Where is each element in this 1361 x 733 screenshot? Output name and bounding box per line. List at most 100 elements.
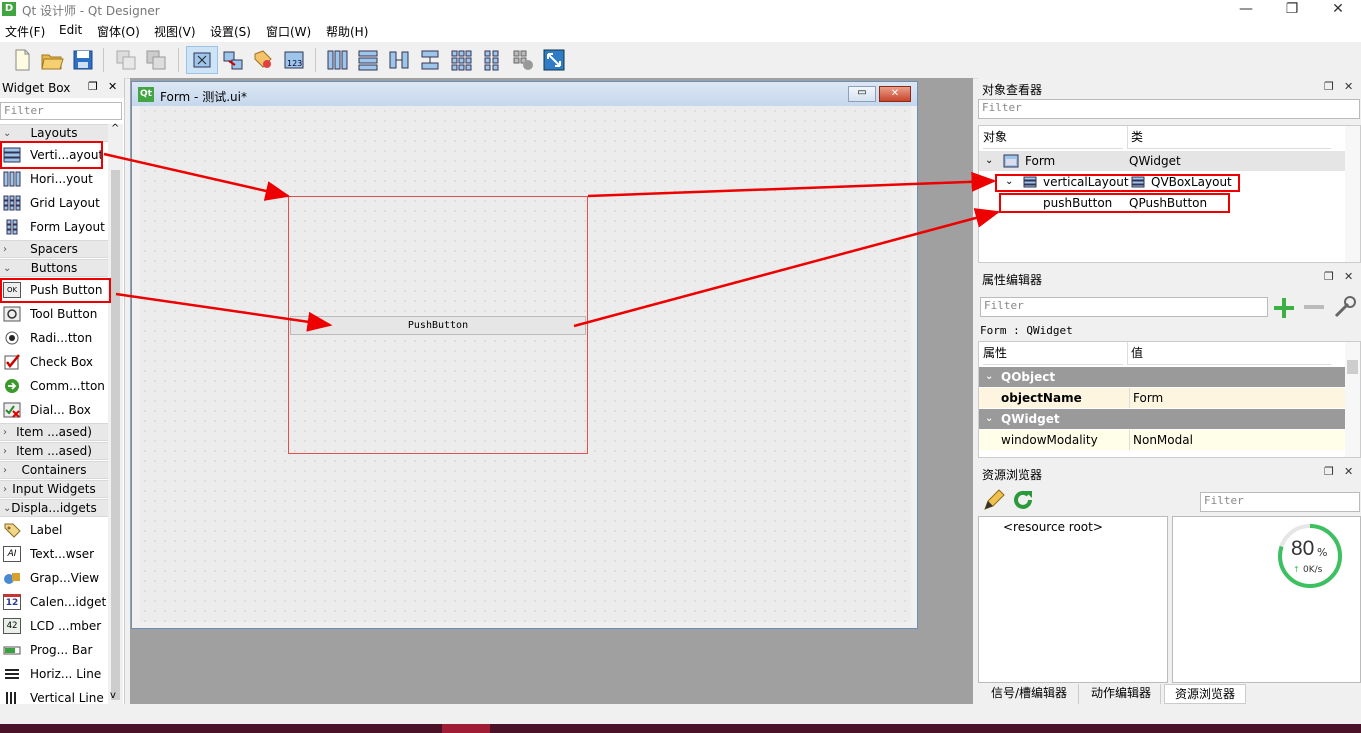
scroll-up-icon[interactable]: ^ bbox=[111, 123, 119, 134]
widget-command-link-button[interactable]: Comm...tton bbox=[0, 374, 108, 398]
col-property-header[interactable]: 属性 bbox=[983, 342, 1123, 365]
widget-label[interactable]: Label bbox=[0, 518, 108, 542]
category-input-widgets[interactable]: › Input Widgets bbox=[0, 480, 108, 498]
menu-form[interactable]: 窗体(O) bbox=[97, 23, 140, 40]
break-layout-icon[interactable] bbox=[511, 48, 535, 72]
reload-icon[interactable] bbox=[1011, 488, 1035, 512]
paste-icon[interactable] bbox=[144, 48, 168, 72]
tab-signal-slot-editor[interactable]: 信号/槽编辑器 bbox=[980, 684, 1079, 704]
widget-dialog-button-box[interactable]: Dial... Box bbox=[0, 398, 108, 422]
object-filter-input[interactable]: Filter bbox=[978, 99, 1360, 119]
new-file-icon[interactable] bbox=[10, 48, 34, 72]
category-spacers[interactable]: › Spacers bbox=[0, 240, 108, 258]
scrollbar-thumb[interactable] bbox=[1347, 360, 1358, 374]
menu-help[interactable]: 帮助(H) bbox=[326, 23, 368, 40]
col-class-header[interactable]: 类 bbox=[1127, 126, 1331, 149]
float-icon[interactable]: ❐ bbox=[1324, 80, 1334, 93]
property-row-objectname[interactable]: objectName Form bbox=[979, 388, 1346, 408]
tab-action-editor[interactable]: 动作编辑器 bbox=[1082, 684, 1161, 704]
form-layout-icon[interactable] bbox=[480, 48, 504, 72]
menu-edit[interactable]: Edit bbox=[59, 23, 82, 37]
add-property-icon[interactable] bbox=[1272, 296, 1296, 318]
edit-widgets-toggle[interactable] bbox=[186, 46, 218, 74]
category-item-views[interactable]: › Item ...ased) bbox=[0, 423, 108, 441]
category-buttons[interactable]: ⌄ Buttons bbox=[0, 259, 108, 277]
widget-horizontal-layout[interactable]: Hori...yout bbox=[0, 167, 108, 191]
edit-resources-pencil-icon[interactable] bbox=[982, 488, 1006, 512]
network-gauge: 80 % ↑ 0K/s bbox=[1277, 523, 1343, 589]
taskbar-active-item[interactable] bbox=[442, 724, 490, 733]
group-qobject[interactable]: ⌄ QObject bbox=[979, 367, 1346, 387]
scrollbar-thumb[interactable] bbox=[111, 170, 120, 700]
widget-horizontal-line[interactable]: Horiz... Line bbox=[0, 662, 108, 686]
close-icon[interactable]: ✕ bbox=[108, 80, 117, 93]
widget-lcd-number[interactable]: 42 LCD ...mber bbox=[0, 614, 108, 638]
float-icon[interactable]: ❐ bbox=[88, 80, 98, 93]
horizontal-splitter-icon[interactable] bbox=[387, 48, 411, 72]
widget-box-filter-input[interactable]: Filter bbox=[0, 102, 122, 120]
menu-settings[interactable]: 设置(S) bbox=[210, 23, 251, 40]
tree-row-form[interactable]: ⌄ Form QWidget bbox=[979, 151, 1346, 171]
configure-wrench-icon[interactable] bbox=[1332, 294, 1358, 320]
widget-box-header: Widget Box ❐ ✕ bbox=[0, 78, 124, 98]
copy-icon[interactable] bbox=[114, 48, 138, 72]
resource-tree[interactable]: <resource root> bbox=[978, 516, 1168, 683]
minimize-button[interactable]: — bbox=[1223, 0, 1269, 20]
menu-bar: 文件(F) Edit 窗体(O) 视图(V) 设置(S) 窗口(W) 帮助(H) bbox=[0, 20, 1361, 42]
save-icon[interactable] bbox=[71, 48, 95, 72]
widget-form-layout[interactable]: Form Layout bbox=[0, 215, 108, 239]
scroll-down-icon[interactable]: v bbox=[110, 690, 116, 701]
group-qwidget[interactable]: ⌄ QWidget bbox=[979, 409, 1346, 429]
category-item-widgets[interactable]: › Item ...ased) bbox=[0, 442, 108, 460]
category-layouts[interactable]: ⌄ Layouts bbox=[0, 124, 108, 142]
category-display-widgets[interactable]: ⌄ Displa...idgets bbox=[0, 499, 108, 517]
widget-check-box[interactable]: Check Box bbox=[0, 350, 108, 374]
chevron-down-icon: ⌄ bbox=[985, 371, 994, 382]
maximize-button[interactable]: ❐ bbox=[1269, 0, 1315, 20]
form-minimize-button[interactable]: ▭ bbox=[848, 86, 876, 102]
widget-text-browser[interactable]: AI Text...wser bbox=[0, 542, 108, 566]
float-icon[interactable]: ❐ bbox=[1324, 465, 1334, 478]
property-row-windowmodality[interactable]: windowModality NonModal bbox=[979, 430, 1346, 450]
menu-view[interactable]: 视图(V) bbox=[154, 23, 196, 40]
tab-resource-browser[interactable]: 资源浏览器 bbox=[1164, 684, 1246, 704]
form-title-bar: Qt Form - 测试.ui* ▭ ✕ bbox=[132, 82, 917, 106]
property-table-scrollbar[interactable] bbox=[1345, 342, 1360, 457]
menu-window[interactable]: 窗口(W) bbox=[266, 23, 311, 40]
widget-graphics-view[interactable]: Grap...View bbox=[0, 566, 108, 590]
float-icon[interactable]: ❐ bbox=[1324, 270, 1334, 283]
widget-calendar[interactable]: 12 Calen...idget bbox=[0, 590, 108, 614]
lay-out-horizontally-icon[interactable] bbox=[325, 48, 349, 72]
close-button[interactable]: ✕ bbox=[1315, 0, 1361, 20]
widget-radio-button[interactable]: Radi...tton bbox=[0, 326, 108, 350]
widget-box-scrollbar[interactable]: ^ v bbox=[108, 123, 123, 704]
adjust-size-icon[interactable] bbox=[542, 48, 566, 72]
grid-layout-icon[interactable] bbox=[449, 48, 473, 72]
property-context-label: Form : QWidget bbox=[980, 324, 1073, 337]
widget-progress-bar[interactable]: Prog... Bar bbox=[0, 638, 108, 662]
menu-file[interactable]: 文件(F) bbox=[5, 23, 45, 40]
lay-out-vertically-icon[interactable] bbox=[356, 48, 380, 72]
property-filter-input[interactable]: Filter bbox=[980, 297, 1268, 317]
close-icon[interactable]: ✕ bbox=[1344, 80, 1353, 93]
edit-tab-order-icon[interactable]: 123 bbox=[282, 48, 306, 72]
close-icon[interactable]: ✕ bbox=[1344, 270, 1353, 283]
resource-filter-input[interactable]: Filter bbox=[1200, 492, 1360, 512]
resource-root-item[interactable]: <resource root> bbox=[1003, 520, 1103, 534]
push-button-widget[interactable]: PushButton bbox=[290, 316, 586, 335]
col-object-header[interactable]: 对象 bbox=[983, 126, 1123, 149]
remove-property-icon[interactable] bbox=[1302, 296, 1326, 318]
form-title: Form - 测试.ui* bbox=[160, 90, 247, 104]
edit-buddies-icon[interactable] bbox=[251, 48, 275, 72]
vertical-splitter-icon[interactable] bbox=[418, 48, 442, 72]
widget-grid-layout[interactable]: Grid Layout bbox=[0, 191, 108, 215]
close-icon[interactable]: ✕ bbox=[1344, 465, 1353, 478]
open-folder-icon[interactable] bbox=[40, 48, 64, 72]
category-containers[interactable]: › Containers bbox=[0, 461, 108, 479]
form-close-button[interactable]: ✕ bbox=[879, 86, 911, 102]
edit-widgets-icon bbox=[193, 52, 211, 68]
edit-signals-icon[interactable] bbox=[221, 48, 245, 72]
col-value-header[interactable]: 值 bbox=[1127, 342, 1331, 365]
widget-tool-button[interactable]: Tool Button bbox=[0, 302, 108, 326]
object-tree-scrollbar[interactable] bbox=[1345, 126, 1360, 262]
